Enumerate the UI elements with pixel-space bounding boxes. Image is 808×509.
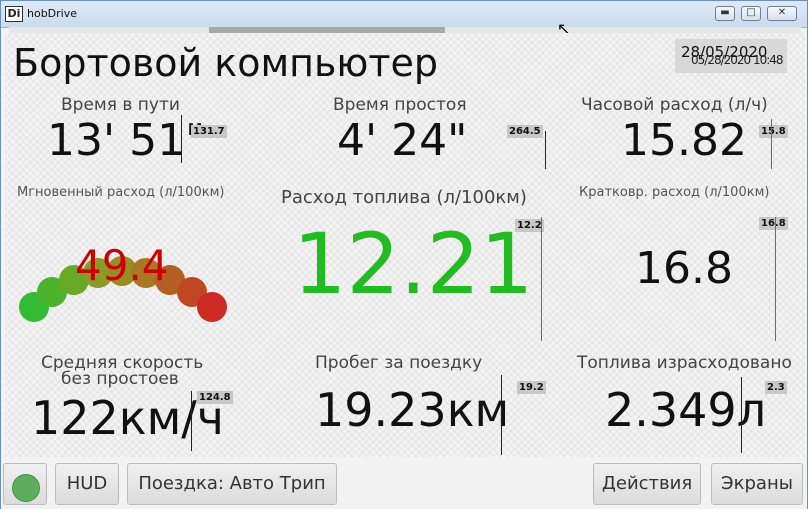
hud-button[interactable]: HUD [55, 463, 119, 505]
maximize-button[interactable]: □ [741, 6, 761, 21]
maximize-icon: □ [746, 7, 756, 18]
fuel-bar [541, 217, 542, 341]
idle-time-chip: 264.5 [507, 125, 543, 138]
close-icon: ✕ [777, 7, 787, 18]
fuel-used-bar [741, 377, 742, 453]
close-button[interactable]: ✕ [767, 6, 797, 21]
trip-time-bar [181, 115, 182, 163]
trip-button[interactable]: Поездка: Авто Трип [127, 463, 337, 505]
minimize-button[interactable]: ▬ [715, 6, 735, 21]
avg-speed-bar [191, 391, 192, 451]
actions-button[interactable]: Действия [593, 463, 701, 505]
fuel-used-chip: 2.3 [765, 381, 787, 394]
page-title: Бортовой компьютер [13, 41, 438, 85]
avg-speed-chip: 124.8 [197, 391, 233, 404]
short-term-chip: 16.8 [759, 217, 788, 230]
idle-time-value: 4' 24" [337, 115, 468, 166]
distance-value: 19.23км [315, 383, 510, 437]
distance-chip: 19.2 [517, 381, 546, 394]
title-bar: Di hobDrive ▬ □ ✕ [1, 1, 807, 28]
idle-time-bar [545, 131, 546, 169]
minimize-icon: ▬ [720, 7, 730, 18]
short-term-bar [775, 217, 776, 341]
hourly-chip: 15.8 [759, 125, 788, 138]
avg-speed-value: 122км/ч [31, 391, 224, 445]
avg-speed-sublabel: без простоев [61, 369, 179, 389]
status-button[interactable] [3, 463, 47, 505]
distance-bar [501, 375, 502, 455]
date-time-display: 05/28/2020 10:48 [691, 53, 784, 67]
fuel-label: Расход топлива (л/100км) [281, 187, 527, 208]
hourly-bar [771, 119, 772, 169]
trip-time-label: Время в пути [61, 95, 180, 115]
app-window: Di hobDrive ▬ □ ✕ ↖ Бортовой компьютер 2… [0, 0, 808, 509]
app-logo-icon: Di [5, 6, 23, 22]
bottom-toolbar: HUD Поездка: Авто Трип Действия Экраны [1, 459, 807, 509]
instant-value: 49.4 [75, 241, 169, 290]
screens-button[interactable]: Экраны [711, 463, 803, 505]
gauge-dot [197, 292, 227, 322]
window-title: hobDrive [27, 7, 78, 20]
hourly-label: Часовой расход (л/ч) [581, 95, 768, 115]
distance-label: Пробег за поездку [315, 353, 483, 373]
trip-time-chip: 131.7 [191, 125, 227, 138]
fuel-chip: 12.2 [515, 219, 544, 232]
instant-label: Мгновенный расход (л/100км) [17, 185, 225, 200]
dashboard: Бортовой компьютер 28/05/2020 05/28/2020… [5, 33, 805, 457]
idle-time-label: Время простоя [333, 95, 467, 115]
short-term-label: Кратковр. расход (л/100км) [579, 185, 770, 200]
hourly-value: 15.82 [621, 115, 747, 166]
short-term-value: 16.8 [635, 243, 733, 294]
status-circle-icon [12, 474, 40, 502]
fuel-value: 12.21 [293, 215, 534, 313]
fuel-used-label: Топлива израсходовано [577, 353, 792, 373]
